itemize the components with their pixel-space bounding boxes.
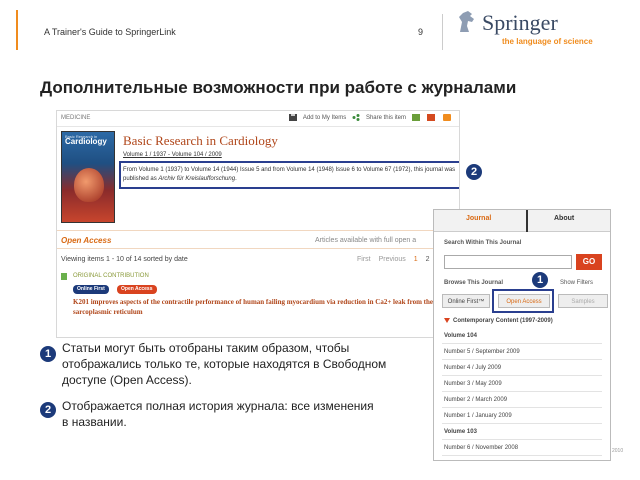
marker-2: 2 [466,164,482,180]
page-number: 9 [418,27,424,37]
rss-icon[interactable] [443,114,453,121]
issue-link[interactable]: Number 1 / January 2009 [442,408,602,424]
journal-sidebar-screenshot: Journal About Search Within This Journal… [433,209,611,461]
results-count: Viewing items 1 - 10 of 14 sorted by dat… [61,256,188,263]
tab-journal[interactable]: Journal [466,215,491,222]
springer-wordmark: Springer [482,10,558,35]
bullet-text-1: Статьи могут быть отобраны таким образом… [62,341,387,387]
journal-cover-image: Basic Research in Cardiology [61,131,115,223]
springer-tagline: the language of science [502,37,593,46]
journal-page-screenshot: MEDICINE Add to My Items Share this item… [56,110,460,338]
online-first-badge: Online First [73,285,109,294]
tab-about[interactable]: About [554,215,574,222]
issue-link[interactable]: Number 6 / November 2008 [442,440,602,456]
marker-1: 1 [532,272,548,288]
header-title: A Trainer's Guide to SpringerLink [44,27,176,37]
year-fragment: 2010 [612,448,624,454]
history-highlight-box [119,161,459,189]
bullet-marker-1: 1 [40,346,56,362]
subject-label: MEDICINE [61,115,91,121]
floppy-icon [288,114,297,121]
journal-tools: Add to My Items Share this item [285,114,453,121]
samples-filter[interactable]: Samples [558,294,608,308]
pagination: First Previous 1 2 [357,256,430,263]
go-button[interactable]: GO [576,254,602,270]
volume-list: Volume 104 Number 5 / September 2009 Numbe… [442,328,602,456]
pager-current: 1 [413,256,418,263]
search-input[interactable] [444,255,572,269]
divider [57,248,459,249]
bullet-marker-2: 2 [40,402,56,418]
share-button[interactable]: Share this item [352,114,406,121]
article-type-marker [61,273,67,280]
header-divider [442,14,443,50]
article-title-link[interactable]: K201 improves aspects of the contractile… [73,297,457,317]
issue-link[interactable]: Number 2 / March 2009 [442,392,602,408]
search-label: Search Within This Journal [444,240,522,246]
online-first-filter[interactable]: Online First™ [442,294,490,308]
share-icon [352,114,360,121]
springer-logo: Springer the language of science [456,10,626,50]
issue-link[interactable]: Number 5 / September 2009 [442,344,602,360]
springer-horse-icon [459,11,474,32]
slide-title: Дополнительные возможности при работе с … [40,78,517,97]
pdf-icon[interactable] [427,114,437,121]
pager-first[interactable]: First [357,256,371,263]
tab-divider [526,210,528,232]
export-icon[interactable] [411,114,422,121]
bullet-text-2: Отображается полная история журнала: все… [62,399,374,429]
cover-title: Cardiology [65,137,107,146]
volume-range-link[interactable]: Volume 1 / 1937 - Volume 104 / 2009 [123,152,222,158]
sidebar-tabs: Journal About [434,210,610,232]
open-access-badge: Open Access [117,285,157,294]
heart-image [74,168,104,202]
volume-heading[interactable]: Volume 104 [442,328,602,344]
browse-label: Browse This Journal [444,280,504,286]
issue-link[interactable]: Number 4 / July 2009 [442,360,602,376]
add-to-items-button[interactable]: Add to My Items [288,114,346,121]
journal-topbar: MEDICINE Add to My Items Share this item [57,111,459,127]
pager-previous[interactable]: Previous [379,256,406,263]
contribution-type: ORIGINAL CONTRIBUTION [73,273,149,279]
issue-link[interactable]: Number 3 / May 2009 [442,376,602,392]
contemporary-content-toggle[interactable]: Contemporary Content (1997-2009) [444,318,553,324]
journal-title-link[interactable]: Basic Research in Cardiology [123,133,278,149]
header-accent-bar [16,10,18,50]
open-access-heading: Open Access [61,236,112,245]
open-access-highlight-box [492,289,554,313]
triangle-down-icon [444,318,450,323]
divider [57,230,459,231]
show-filters-link[interactable]: Show Filters [560,280,593,286]
pager-page-2[interactable]: 2 [426,256,430,263]
volume-heading[interactable]: Volume 103 [442,424,602,440]
open-access-description: Articles available with full open a [315,237,417,244]
